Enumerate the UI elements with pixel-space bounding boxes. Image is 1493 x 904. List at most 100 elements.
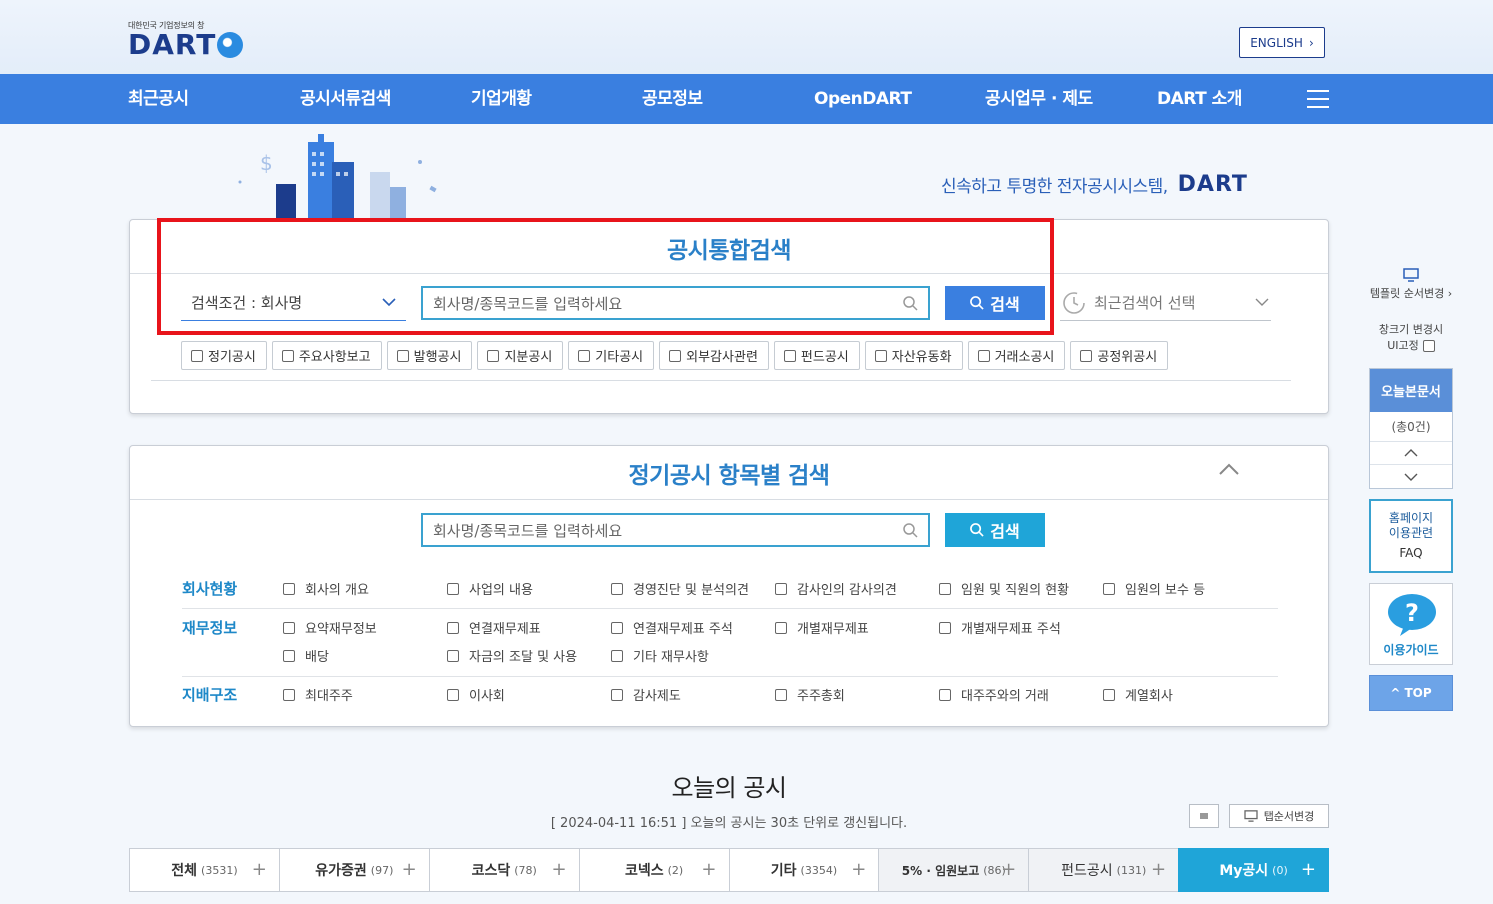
ui-fix-toggle[interactable]: 창크기 변경시 UI고정 bbox=[1369, 322, 1453, 354]
template-order-link[interactable]: 템플릿 순서변경 › bbox=[1369, 268, 1453, 301]
filter-external-audit[interactable]: 외부감사관련 bbox=[659, 341, 769, 370]
nav-item-company[interactable]: 기업개황 bbox=[471, 74, 532, 124]
plus-icon[interactable]: + bbox=[1151, 861, 1166, 879]
nav-item-recent[interactable]: 최근공시 bbox=[128, 74, 189, 124]
item-search-input[interactable]: 회사명/종목코드를 입력하세요 bbox=[421, 513, 930, 547]
checkbox[interactable] bbox=[191, 349, 203, 362]
checkbox[interactable] bbox=[874, 349, 887, 362]
checkbox[interactable] bbox=[775, 688, 787, 701]
checkbox[interactable] bbox=[611, 688, 623, 701]
user-guide-button[interactable]: ? 이용가이드 bbox=[1369, 583, 1453, 665]
checkbox[interactable] bbox=[396, 349, 409, 362]
tab-all[interactable]: 전체 (3531) + bbox=[129, 848, 279, 892]
nav-item-doc-search[interactable]: 공시서류검색 bbox=[300, 74, 391, 124]
checkbox[interactable] bbox=[783, 349, 796, 362]
tab-order-button[interactable]: 탭순서변경 bbox=[1229, 804, 1329, 828]
option-audit-opinion[interactable]: 감사인의 감사의견 bbox=[775, 579, 897, 598]
nav-item-disclosure-work[interactable]: 공시업무 · 제도 bbox=[985, 74, 1093, 124]
option-company-overview[interactable]: 회사의 개요 bbox=[283, 579, 369, 598]
plus-icon[interactable]: + bbox=[402, 861, 417, 879]
checkbox[interactable] bbox=[283, 688, 295, 701]
checkbox[interactable] bbox=[611, 621, 623, 634]
recent-search-select[interactable]: 최근검색어 선택 bbox=[1060, 285, 1271, 321]
tab-my[interactable]: My공시 (0) + bbox=[1178, 848, 1329, 892]
checkbox[interactable] bbox=[487, 349, 500, 362]
option-business[interactable]: 사업의 내용 bbox=[447, 579, 533, 598]
menu-icon[interactable] bbox=[1307, 90, 1329, 108]
option-consolidated-fs[interactable]: 연결재무제표 bbox=[447, 618, 541, 637]
tab-kosdaq[interactable]: 코스닥 (78) + bbox=[428, 848, 579, 892]
option-board[interactable]: 이사회 bbox=[447, 685, 505, 704]
tab-konex[interactable]: 코넥스 (2) + bbox=[578, 848, 729, 892]
option-largest-shareholder[interactable]: 최대주주 bbox=[283, 685, 353, 704]
checkbox[interactable] bbox=[775, 582, 787, 595]
option-separate-fs[interactable]: 개별재무제표 bbox=[775, 618, 869, 637]
filter-ftc[interactable]: 공정위공시 bbox=[1070, 341, 1169, 370]
scroll-down-button[interactable] bbox=[1370, 465, 1452, 488]
checkbox[interactable] bbox=[447, 649, 459, 662]
tab-other[interactable]: 기타 (3354) + bbox=[728, 848, 879, 892]
checkbox[interactable] bbox=[283, 649, 295, 662]
tab-kospi[interactable]: 유가증권 (97) + bbox=[278, 848, 429, 892]
nav-item-opendart[interactable]: OpenDART bbox=[814, 74, 912, 124]
checkbox[interactable] bbox=[447, 621, 459, 634]
plus-icon[interactable]: + bbox=[851, 861, 866, 879]
ui-fix-checkbox[interactable] bbox=[1422, 340, 1435, 352]
checkbox[interactable] bbox=[939, 582, 951, 595]
checkbox[interactable] bbox=[977, 349, 990, 362]
filter-equity[interactable]: 지분공시 bbox=[477, 341, 564, 370]
checkbox[interactable] bbox=[447, 582, 459, 595]
filter-exchange[interactable]: 거래소공시 bbox=[967, 341, 1066, 370]
option-affiliates[interactable]: 계열회사 bbox=[1103, 685, 1173, 704]
checkbox[interactable] bbox=[1080, 349, 1093, 362]
option-mdna[interactable]: 경영진단 및 분석의견 bbox=[611, 579, 749, 598]
back-to-top-button[interactable]: ^ TOP bbox=[1369, 675, 1453, 711]
checkbox[interactable] bbox=[1103, 688, 1115, 701]
option-executives-staff[interactable]: 임원 및 직원의 현황 bbox=[939, 579, 1069, 598]
plus-icon[interactable]: + bbox=[252, 861, 267, 879]
filter-periodic[interactable]: 정기공시 bbox=[181, 341, 267, 370]
option-other-financial[interactable]: 기타 재무사항 bbox=[611, 646, 709, 665]
plus-icon[interactable]: + bbox=[1301, 861, 1316, 879]
checkbox[interactable] bbox=[283, 621, 295, 634]
dart-logo[interactable]: 대한민국 기업정보의 창 DART bbox=[128, 20, 244, 59]
filter-fund[interactable]: 펀드공시 bbox=[773, 341, 860, 370]
item-search-button[interactable]: 검색 bbox=[945, 513, 1045, 547]
option-separate-notes[interactable]: 개별재무제표 주석 bbox=[939, 618, 1061, 637]
english-button[interactable]: ENGLISH › bbox=[1239, 27, 1325, 58]
plus-icon[interactable]: + bbox=[552, 861, 567, 879]
checkbox[interactable] bbox=[611, 582, 623, 595]
filter-securitization[interactable]: 자산유동화 bbox=[864, 341, 963, 370]
tab-5pct-exec[interactable]: 5% · 임원보고 (86) + bbox=[878, 848, 1029, 892]
checkbox[interactable] bbox=[578, 349, 591, 362]
checkbox[interactable] bbox=[939, 688, 951, 701]
scroll-up-button[interactable] bbox=[1370, 442, 1452, 465]
plus-icon[interactable]: + bbox=[1001, 861, 1016, 879]
nav-item-offering[interactable]: 공모정보 bbox=[642, 74, 703, 124]
search-icon[interactable] bbox=[903, 522, 918, 538]
option-consolidated-notes[interactable]: 연결재무제표 주석 bbox=[611, 618, 733, 637]
checkbox[interactable] bbox=[611, 649, 623, 662]
checkbox[interactable] bbox=[775, 621, 787, 634]
option-funding-use[interactable]: 자금의 조달 및 사용 bbox=[447, 646, 577, 665]
chevron-up-icon[interactable] bbox=[1218, 462, 1240, 476]
option-dividend[interactable]: 배당 bbox=[283, 646, 329, 665]
filter-issuance[interactable]: 발행공시 bbox=[386, 341, 473, 370]
nav-item-about[interactable]: DART 소개 bbox=[1157, 74, 1242, 124]
plus-icon[interactable]: + bbox=[701, 861, 716, 879]
tab-fund[interactable]: 펀드공시 (131) + bbox=[1028, 848, 1179, 892]
checkbox[interactable] bbox=[283, 582, 295, 595]
filter-other[interactable]: 기타공시 bbox=[568, 341, 655, 370]
checkbox[interactable] bbox=[669, 349, 682, 362]
faq-button[interactable]: 홈페이지 이용관련 FAQ bbox=[1369, 499, 1453, 573]
option-audit-system[interactable]: 감사제도 bbox=[611, 685, 681, 704]
option-summary-financial[interactable]: 요약재무정보 bbox=[283, 618, 377, 637]
option-shareholder-meeting[interactable]: 주주총회 bbox=[775, 685, 845, 704]
checkbox[interactable] bbox=[447, 688, 459, 701]
option-major-shareholder-tx[interactable]: 대주주와의 거래 bbox=[939, 685, 1049, 704]
view-toggle-button[interactable] bbox=[1189, 804, 1219, 828]
option-exec-compensation[interactable]: 임원의 보수 등 bbox=[1103, 579, 1205, 598]
checkbox[interactable] bbox=[1103, 582, 1115, 595]
checkbox[interactable] bbox=[281, 349, 294, 362]
filter-major-report[interactable]: 주요사항보고 bbox=[271, 341, 382, 370]
